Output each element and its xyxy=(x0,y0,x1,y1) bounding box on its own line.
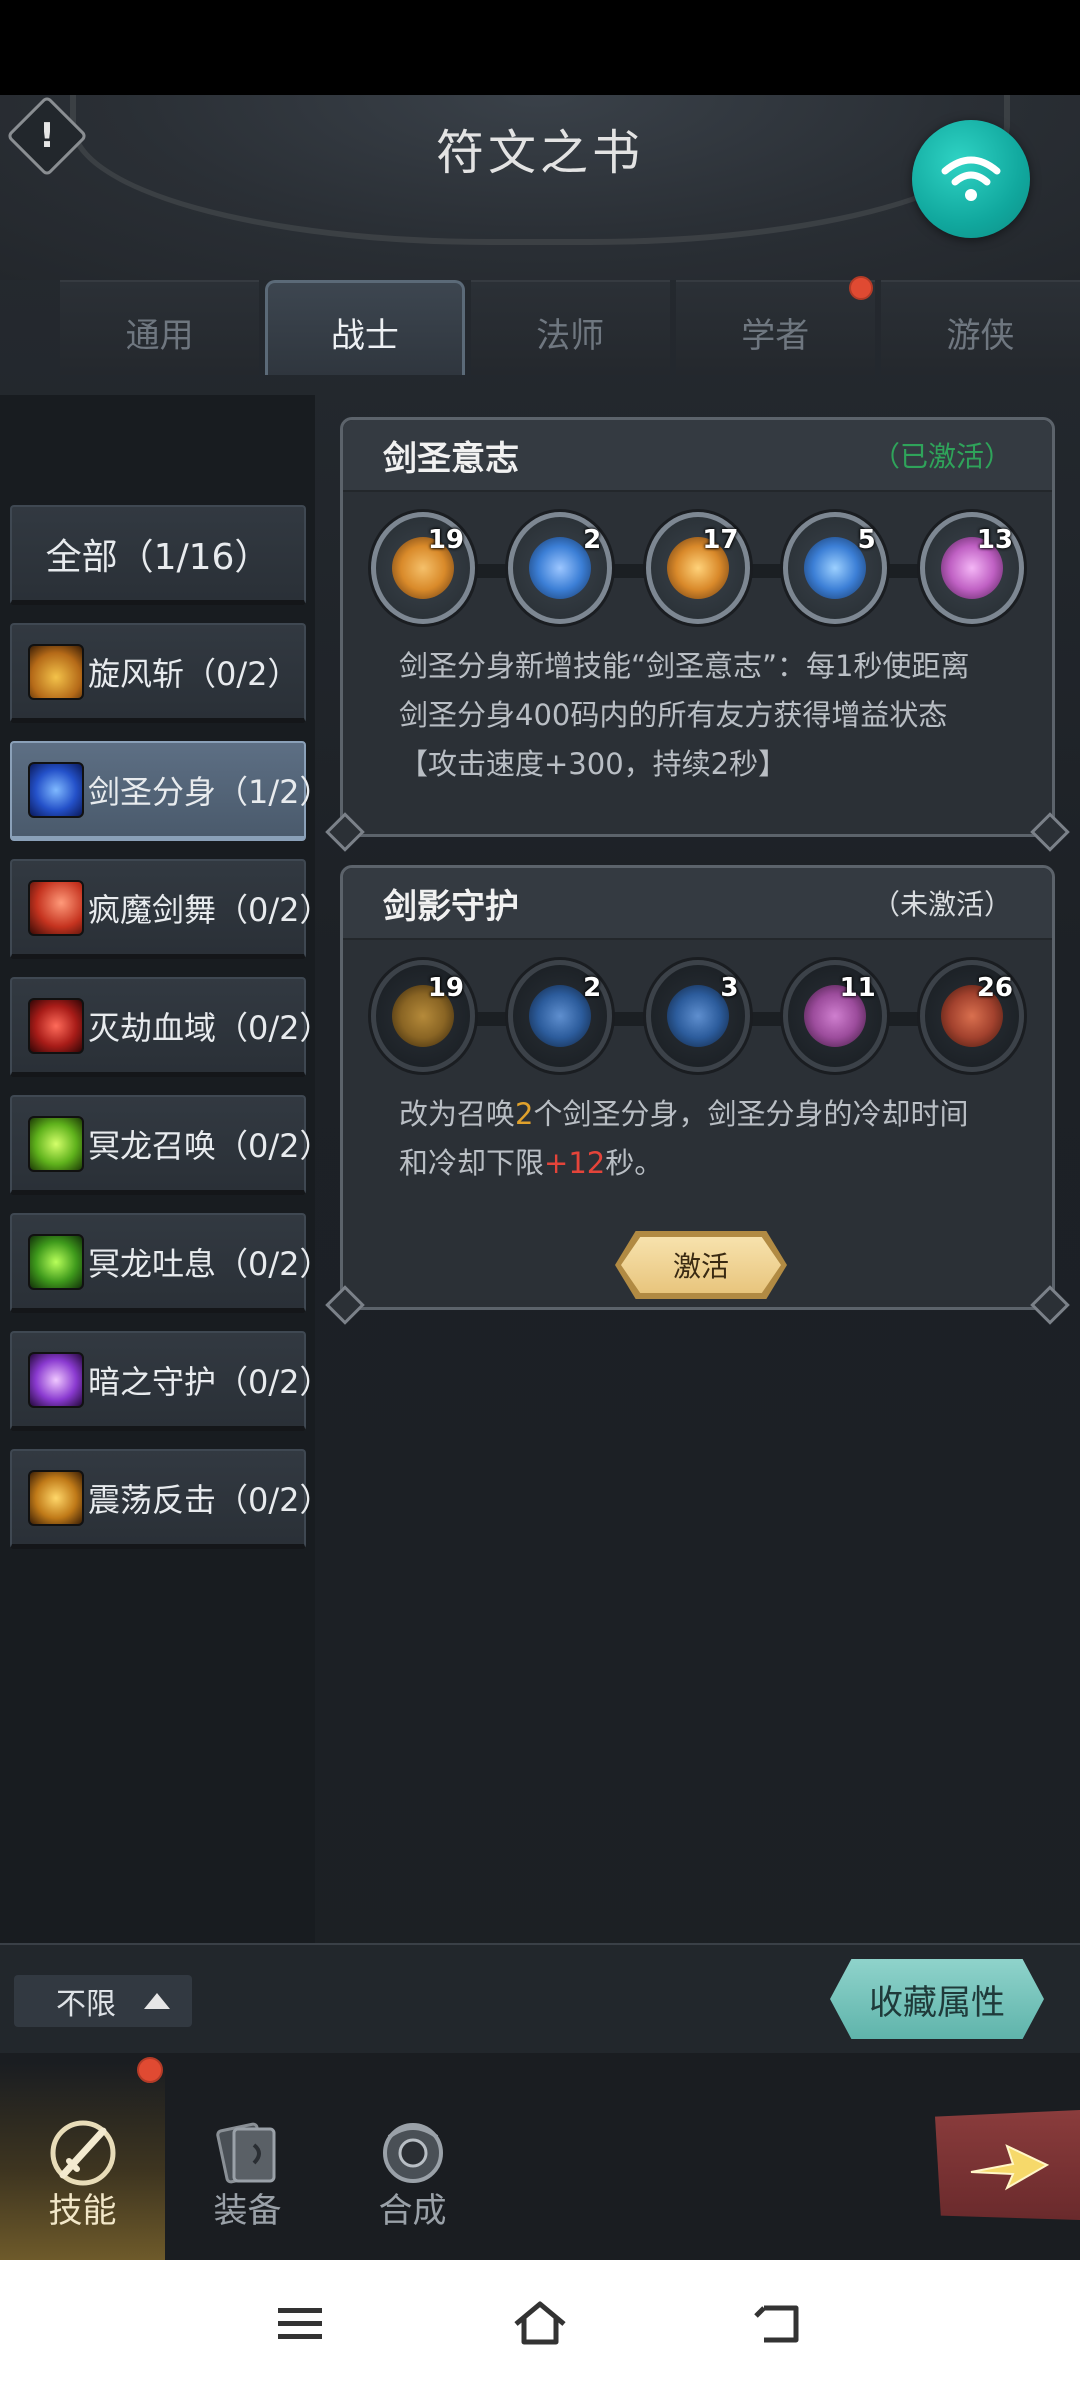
blood-domain-icon xyxy=(28,997,84,1054)
next-arrow-button[interactable] xyxy=(935,2110,1080,2220)
rune-slot[interactable]: 11 xyxy=(782,960,887,1072)
header: ! 符文之书 xyxy=(0,95,1080,280)
status-bar xyxy=(0,0,1080,95)
back-icon[interactable] xyxy=(750,2296,810,2352)
nav-tab-equipment[interactable]: 装备 xyxy=(165,2063,330,2260)
tab-general[interactable]: 通用 xyxy=(60,280,260,375)
wifi-button[interactable] xyxy=(912,120,1030,238)
menu-icon[interactable] xyxy=(270,2296,330,2352)
card-title: 剑影守护 xyxy=(383,886,519,927)
nav-tab-synthesis[interactable]: 合成 xyxy=(330,2063,495,2260)
card-header: 剑圣意志 （已激活） xyxy=(343,420,1052,492)
water-rune-icon xyxy=(529,985,592,1047)
blade-clone-icon xyxy=(28,761,84,818)
sidebar-item-dragon-summon[interactable]: 冥龙召唤（0/2） xyxy=(10,1095,332,1195)
rune-slot[interactable]: 19 xyxy=(371,512,475,624)
rune-slot[interactable]: 17 xyxy=(645,512,750,624)
notification-badge xyxy=(137,2057,163,2083)
class-tabs: 通用 战士 法师 学者 游侠 xyxy=(60,276,1080,380)
rune-slot[interactable]: 3 xyxy=(645,960,750,1072)
sidebar-item-sword-dance[interactable]: 疯魔剑舞（0/2） xyxy=(10,859,332,959)
filter-dropdown[interactable]: 不限 xyxy=(14,1975,192,2027)
rune-slot[interactable]: 2 xyxy=(508,512,613,624)
card-description: 剑圣分身新增技能“剑圣意志”：每1秒使距离剑圣分身400码内的所有友方获得增益状… xyxy=(399,649,970,781)
collect-attributes-button[interactable]: 收藏属性 xyxy=(830,1959,1044,2039)
water-rune-icon xyxy=(529,537,592,599)
fist-rune-icon xyxy=(803,537,866,599)
home-icon[interactable] xyxy=(510,2296,570,2352)
rune-row: 19 2 17 5 13 xyxy=(343,512,1052,624)
sword-dance-icon xyxy=(28,879,84,936)
sidebar-item-shock-counter[interactable]: 震荡反击（0/2） xyxy=(10,1449,332,1549)
dragon-breath-icon xyxy=(28,1233,84,1290)
sidebar-item-blood-domain[interactable]: 灭劫血域（0/2） xyxy=(10,977,332,1077)
arrow-right-icon xyxy=(970,2144,1050,2191)
wifi-icon xyxy=(941,156,1001,201)
status-badge: （已激活） xyxy=(871,440,1012,473)
sidebar-item-whirlwind[interactable]: 旋风斩（0/2） xyxy=(10,623,306,723)
bottom-nav: 技能 装备 合成 xyxy=(0,2053,1080,2260)
tab-ranger[interactable]: 游侠 xyxy=(880,280,1080,375)
rune-row: 19 2 3 11 26 xyxy=(343,960,1052,1072)
rune-book-screen: ! 符文之书 通用 战士 法师 学者 游侠 全部（1/16） 旋风斩（0/2） … xyxy=(0,95,1080,2260)
sidebar-item-dark-guard[interactable]: 暗之守护（0/2） xyxy=(10,1331,332,1431)
rune-slot[interactable]: 13 xyxy=(920,512,1024,624)
notification-badge xyxy=(848,276,873,300)
sidebar-item-all[interactable]: 全部（1/16） xyxy=(10,505,306,605)
system-navigation-bar xyxy=(0,2260,1080,2388)
orb-icon xyxy=(382,2123,443,2183)
dragon-summon-icon xyxy=(28,1115,84,1172)
card-header: 剑影守护 （未激活） xyxy=(343,868,1052,940)
shock-counter-icon xyxy=(28,1469,84,1526)
tab-scholar[interactable]: 学者 xyxy=(675,276,875,375)
rune-slot[interactable]: 26 xyxy=(920,960,1024,1072)
rune-set-card-1: 剑圣意志 （已激活） 19 2 17 5 13 剑圣分身新增技能“剑圣意志”：每… xyxy=(340,417,1055,837)
rune-slot[interactable]: 2 xyxy=(508,960,613,1072)
card-description: 改为召唤2个剑圣分身，剑圣分身的冷却时间和冷却下限+12秒。 xyxy=(399,1097,969,1180)
skill-sidebar: 全部（1/16） 旋风斩（0/2） 剑圣分身（1/2） 疯魔剑舞（0/2） 灭劫… xyxy=(0,395,332,1943)
activate-button[interactable]: 激活 xyxy=(621,1237,781,1293)
card-stack-icon xyxy=(215,2122,275,2184)
sidebar-item-dragon-breath[interactable]: 冥龙吐息（0/2） xyxy=(10,1213,332,1313)
tab-warrior[interactable]: 战士 xyxy=(265,280,465,375)
dark-guard-icon xyxy=(28,1351,84,1408)
nav-tab-skills[interactable]: 技能 xyxy=(0,2057,165,2260)
tab-mage[interactable]: 法师 xyxy=(470,280,670,375)
rune-set-card-2: 剑影守护 （未激活） 19 2 3 11 26 改为召唤2个剑圣分身，剑圣分身的… xyxy=(340,865,1055,1310)
sidebar-item-blade-clone[interactable]: 剑圣分身（1/2） xyxy=(10,741,332,841)
rune-slot[interactable]: 19 xyxy=(371,960,475,1072)
whirlwind-icon xyxy=(28,643,84,700)
status-badge: （未激活） xyxy=(871,888,1012,921)
triangle-up-icon xyxy=(144,1993,170,2009)
card-title: 剑圣意志 xyxy=(383,438,519,479)
rune-slot[interactable]: 5 xyxy=(782,512,887,624)
filter-bar: 不限 收藏属性 xyxy=(0,1943,1080,2053)
sword-icon xyxy=(50,2120,115,2186)
